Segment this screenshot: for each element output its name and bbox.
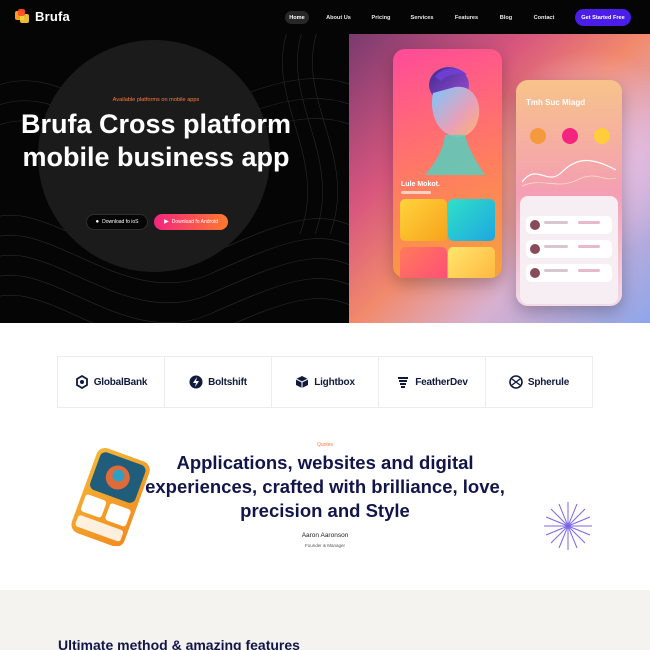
logo-lightbox-label: Lightbox xyxy=(314,376,355,388)
hero-app-mockup: Lule Mokot. Tmh Suc Miagd xyxy=(349,34,650,323)
list-item xyxy=(526,264,612,282)
logo-boltshift[interactable]: Boltshift xyxy=(165,357,272,407)
profile-name: Lule Mokot. xyxy=(401,181,440,188)
nav-home[interactable]: Home xyxy=(285,11,309,24)
quote-text: Applications, websites and digital exper… xyxy=(145,452,505,521)
brufa-logo-icon xyxy=(15,9,29,23)
list-item xyxy=(526,216,612,234)
hero-section: Brufa Home About Us Pricing Services Fea… xyxy=(0,0,650,323)
list-item xyxy=(526,240,612,258)
stat-tile xyxy=(448,199,495,241)
phone-mockup-profile: Lule Mokot. xyxy=(393,49,502,278)
featherdev-logo-icon xyxy=(398,377,409,388)
dashboard-contact-list xyxy=(520,196,618,304)
spherule-logo-icon xyxy=(509,375,523,389)
brand-name: Brufa xyxy=(35,8,70,24)
page: Brufa Home About Us Pricing Services Fea… xyxy=(0,0,650,650)
nav-features[interactable]: Features xyxy=(451,11,482,24)
nav-services[interactable]: Services xyxy=(407,11,437,24)
download-ios-button[interactable]: ● Download fo ioS xyxy=(86,214,148,230)
hero-eyebrow: Available platforms on mobile apps xyxy=(112,97,200,103)
logo-globalbank[interactable]: GlobalBank xyxy=(58,357,165,407)
stat-tile xyxy=(400,247,447,278)
globalbank-logo-icon xyxy=(75,375,88,389)
brand-logo[interactable]: Brufa xyxy=(14,8,70,24)
features-section: Ultimate method & amazing features xyxy=(0,590,650,650)
logo-featherdev[interactable]: FeatherDev xyxy=(379,357,486,407)
quote-label: Quotes xyxy=(316,442,334,448)
download-android-label: Download fo Android xyxy=(171,219,218,225)
features-title: Ultimate method & amazing features xyxy=(58,637,300,650)
top-navbar: Brufa Home About Us Pricing Services Fea… xyxy=(0,0,650,34)
play-store-icon: ▶ xyxy=(164,219,169,225)
hero-title: Brufa Cross platform mobile business app xyxy=(20,109,292,172)
metric-dot xyxy=(562,128,578,144)
logo-featherdev-label: FeatherDev xyxy=(415,376,468,388)
dashboard-line-chart xyxy=(522,159,616,187)
boltshift-logo-icon xyxy=(189,375,203,389)
profile-subtitle-bar xyxy=(401,191,431,194)
logo-globalbank-label: GlobalBank xyxy=(93,376,148,388)
nav-pricing[interactable]: Pricing xyxy=(367,11,395,24)
metric-dot xyxy=(594,128,610,144)
lightbox-logo-icon xyxy=(295,376,309,388)
nav-about-us[interactable]: About Us xyxy=(322,11,355,24)
nav-contact[interactable]: Contact xyxy=(529,11,559,24)
partner-logos: GlobalBank Boltshift Lightbox FeatherDev… xyxy=(57,356,593,408)
download-ios-label: Download fo ioS xyxy=(102,219,139,225)
logo-spherule-label: Spherule xyxy=(527,376,570,388)
portrait-illustration xyxy=(425,67,485,175)
download-android-button[interactable]: ▶ Download fo Android xyxy=(154,214,228,230)
apple-icon: ● xyxy=(95,219,100,225)
starburst-icon xyxy=(544,502,592,550)
metric-dot xyxy=(530,128,546,144)
stat-tile xyxy=(448,247,495,278)
logo-lightbox[interactable]: Lightbox xyxy=(272,357,379,407)
logo-spherule[interactable]: Spherule xyxy=(486,357,592,407)
phone-mockup-dashboard: Tmh Suc Miagd xyxy=(516,80,622,306)
nav-blog[interactable]: Blog xyxy=(495,11,517,24)
dashboard-metrics xyxy=(530,128,610,144)
dashboard-title: Tmh Suc Miagd xyxy=(526,98,586,107)
logo-boltshift-label: Boltshift xyxy=(208,376,247,388)
get-started-button[interactable]: Get Started Free xyxy=(575,9,631,26)
stat-tile xyxy=(400,199,447,241)
